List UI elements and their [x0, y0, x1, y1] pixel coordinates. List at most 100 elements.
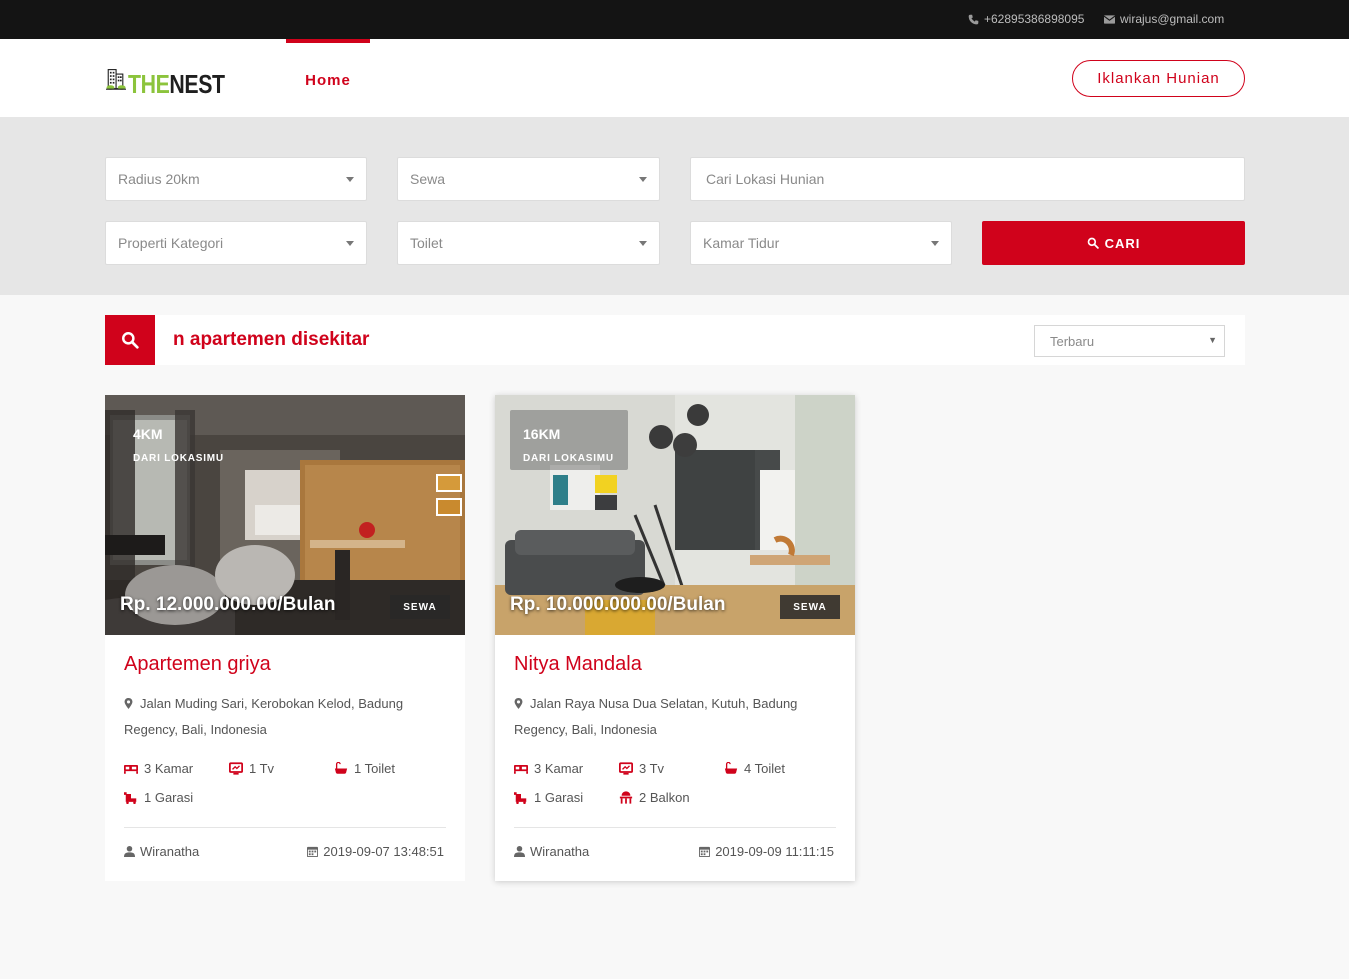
listing-author-name: Wiranatha [140, 844, 200, 859]
distance-value: 4KM [133, 426, 163, 442]
listing-type-badge: SEWA [390, 595, 450, 619]
feature-balcony-text: 2 Balkon [639, 790, 690, 805]
results-search-badge [105, 315, 155, 365]
email-address: wirajus@gmail.com [1120, 12, 1225, 26]
listing-card[interactable]: 4KM DARI LOKASIMU Rp. 12.000.000.00/Bula… [105, 395, 465, 881]
feature-tv: 1 Tv [229, 761, 274, 776]
feature-bedroom: 3 Kamar [124, 761, 193, 776]
bedroom-select-value: Kamar Tidur [703, 235, 780, 251]
feature-toilet-text: 4 Toilet [744, 761, 785, 776]
map-marker-icon [124, 698, 133, 709]
chevron-down-icon [639, 241, 647, 246]
search-panel: Radius 20km Sewa Cari Lokasi Hunian Prop… [0, 117, 1349, 295]
main-header: THENEST Home Iklankan Hunian [0, 39, 1349, 117]
calendar-icon [699, 846, 711, 857]
listing-card[interactable]: 16KM DARI LOKASIMU Rp. 10.000.000.00/Bul… [495, 395, 855, 881]
logo-wordmark: THENEST [128, 69, 225, 99]
search-icon [1087, 237, 1099, 249]
user-icon [124, 846, 135, 857]
feature-garage: 1 Garasi [514, 790, 583, 805]
bed-icon [514, 765, 528, 774]
bedroom-select[interactable]: Kamar Tidur [690, 221, 952, 265]
toilet-select[interactable]: Toilet [397, 221, 660, 265]
phone-contact[interactable]: +62895386898095 [968, 12, 1084, 26]
listing-title[interactable]: Nitya Mandala [514, 653, 642, 676]
feature-garage-text: 1 Garasi [534, 790, 584, 805]
listing-address-text: Jalan Raya Nusa Dua Selatan, Kutuh, Badu… [514, 696, 798, 737]
location-search-input[interactable]: Cari Lokasi Hunian [690, 157, 1245, 201]
feature-garage-text: 1 Garasi [144, 790, 194, 805]
listing-address-text: Jalan Muding Sari, Kerobokan Kelod, Badu… [124, 696, 404, 737]
listing-date: 2019-09-07 13:48:51 [307, 844, 444, 859]
radius-select[interactable]: Radius 20km [105, 157, 367, 201]
results-marquee-text: n apartemen disekitar [173, 329, 370, 350]
phone-number: +62895386898095 [984, 12, 1085, 26]
calendar-icon [307, 846, 319, 857]
card-divider [514, 827, 836, 828]
listing-title[interactable]: Apartemen griya [124, 653, 271, 676]
property-category-value: Properti Kategori [118, 235, 224, 251]
property-category-select[interactable]: Properti Kategori [105, 221, 367, 265]
results-bar: n apartemen disekitar Terbaru ▼ [105, 315, 1245, 365]
garage-icon [514, 792, 527, 804]
distance-label: DARI LOKASIMU [133, 453, 224, 464]
search-icon [122, 332, 139, 349]
tv-icon [229, 762, 243, 775]
location-placeholder: Cari Lokasi Hunian [706, 171, 825, 187]
email-contact[interactable]: wirajus@gmail.com [1104, 12, 1224, 26]
advertise-listing-button[interactable]: Iklankan Hunian [1072, 60, 1245, 97]
listing-price: Rp. 12.000.000.00/Bulan [120, 594, 336, 615]
chevron-down-icon [346, 177, 354, 182]
logo-the: THE [128, 69, 170, 99]
map-marker-icon [514, 698, 523, 709]
phone-icon [968, 14, 979, 24]
radius-select-value: Radius 20km [118, 171, 200, 187]
building-logo-icon [106, 69, 127, 90]
toilet-select-value: Toilet [410, 235, 443, 251]
bathtub-icon [334, 762, 348, 774]
distance-value: 16KM [523, 426, 561, 442]
listing-photo[interactable]: 16KM DARI LOKASIMU Rp. 10.000.000.00/Bul… [495, 395, 855, 635]
listing-address: Jalan Raya Nusa Dua Selatan, Kutuh, Badu… [514, 691, 824, 743]
feature-garage: 1 Garasi [124, 790, 193, 805]
logo-nest: NEST [169, 69, 226, 99]
bed-icon [124, 765, 138, 774]
chevron-down-icon [639, 177, 647, 182]
tv-icon [619, 762, 633, 775]
feature-balcony: 2 Balkon [619, 790, 690, 805]
nav-home[interactable]: Home [286, 39, 370, 117]
envelope-icon [1104, 14, 1115, 24]
listing-author-name: Wiranatha [530, 844, 590, 859]
distance-label: DARI LOKASIMU [523, 453, 614, 464]
bathtub-icon [724, 762, 738, 774]
listing-date-text: 2019-09-09 11:11:15 [715, 844, 834, 859]
balcony-icon [619, 791, 633, 804]
listing-author: Wiranatha [514, 844, 589, 859]
feature-bedroom-text: 3 Kamar [534, 761, 584, 776]
listing-address: Jalan Muding Sari, Kerobokan Kelod, Badu… [124, 691, 434, 743]
feature-toilet: 4 Toilet [724, 761, 785, 776]
listing-photo[interactable]: 4KM DARI LOKASIMU Rp. 12.000.000.00/Bula… [105, 395, 465, 635]
feature-tv-text: 3 Tv [639, 761, 665, 776]
feature-toilet: 1 Toilet [334, 761, 395, 776]
feature-bedroom-text: 3 Kamar [144, 761, 194, 776]
search-button[interactable]: CARI [982, 221, 1245, 265]
card-divider [124, 827, 446, 828]
feature-toilet-text: 1 Toilet [354, 761, 395, 776]
top-bar: +62895386898095 wirajus@gmail.com [0, 0, 1349, 39]
feature-bedroom: 3 Kamar [514, 761, 583, 776]
chevron-down-icon [346, 241, 354, 246]
sort-select[interactable]: Terbaru ▼ [1034, 325, 1225, 357]
listing-date-text: 2019-09-07 13:48:51 [323, 844, 444, 859]
garage-icon [124, 792, 137, 804]
listing-price: Rp. 10.000.000.00/Bulan [510, 594, 726, 615]
listing-type-select[interactable]: Sewa [397, 157, 660, 201]
search-button-label: CARI [1104, 235, 1141, 251]
feature-tv-text: 1 Tv [249, 761, 275, 776]
chevron-down-icon: ▼ [1208, 335, 1217, 345]
site-logo[interactable]: THENEST [106, 57, 246, 99]
listing-type-value: Sewa [410, 171, 446, 187]
sort-select-value: Terbaru [1050, 333, 1095, 349]
listing-type-badge: SEWA [780, 595, 840, 619]
user-icon [514, 846, 525, 857]
